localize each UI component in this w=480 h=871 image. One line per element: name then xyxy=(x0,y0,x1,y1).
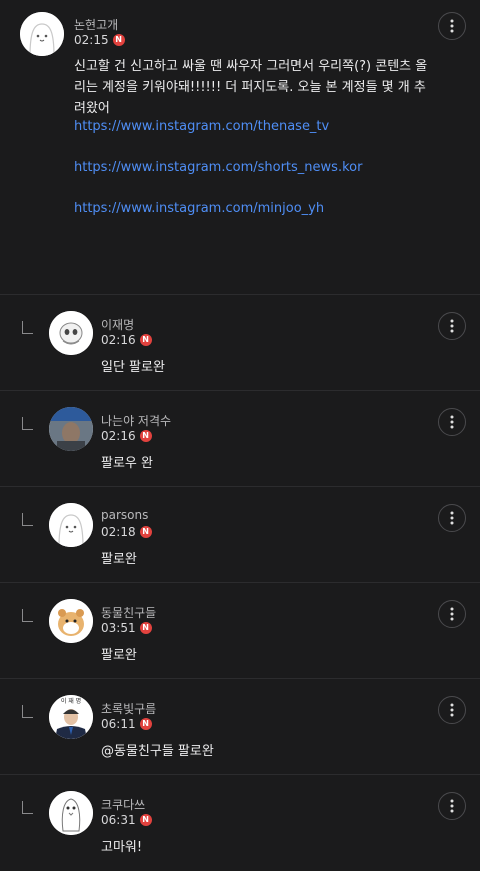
post-link[interactable]: https://www.instagram.com/shorts_news.ko… xyxy=(74,160,362,175)
reply-time: 02:16 xyxy=(101,429,136,443)
kebab-menu-icon xyxy=(450,799,454,813)
main-post: 논현고개 02:15 N 신고할 건 신고하고 싸울 땐 싸우자 그러면서 우리… xyxy=(0,0,480,295)
reply-time: 06:11 xyxy=(101,717,136,731)
photo-avatar[interactable] xyxy=(49,407,93,451)
reply-time: 03:51 xyxy=(101,621,136,635)
more-options-button[interactable] xyxy=(438,312,466,340)
reply-timestamp: 06:31 N xyxy=(101,813,152,827)
reply-author[interactable]: 이재명 xyxy=(101,316,134,333)
reply-timestamp: 02:16 N xyxy=(101,429,152,443)
portrait-avatar[interactable]: 이 재 명 xyxy=(49,695,93,739)
reply-text: 팔로완 xyxy=(101,648,137,663)
default-avatar[interactable] xyxy=(49,503,93,547)
reply-text: 고마워! xyxy=(101,840,143,855)
reply-arrow-icon xyxy=(22,609,33,622)
reply-item: 동물친구들 03:51 N 팔로완 xyxy=(0,583,480,679)
reply-time: 02:18 xyxy=(101,525,136,539)
reply-arrow-icon xyxy=(22,417,33,430)
reply-arrow-icon xyxy=(22,321,33,334)
reply-time: 02:16 xyxy=(101,333,136,347)
new-badge: N xyxy=(139,718,152,730)
more-options-button[interactable] xyxy=(438,504,466,532)
hamster-avatar[interactable] xyxy=(49,599,93,643)
reply-author[interactable]: 동물친구들 xyxy=(101,604,156,621)
reply-item: 이재명 02:16 N 일단 팔로완 xyxy=(0,295,480,391)
reply-item: parsons 02:18 N 팔로완 xyxy=(0,487,480,583)
author-name[interactable]: 논현고개 xyxy=(74,16,118,33)
kebab-menu-icon xyxy=(450,415,454,429)
reply-arrow-icon xyxy=(22,513,33,526)
new-badge: N xyxy=(139,430,152,442)
post-link[interactable]: https://www.instagram.com/thenase_tv xyxy=(74,119,329,134)
kebab-menu-icon xyxy=(450,511,454,525)
reply-timestamp: 02:16 N xyxy=(101,333,152,347)
new-badge: N xyxy=(139,334,152,346)
reply-timestamp: 02:18 N xyxy=(101,525,152,539)
more-options-button[interactable] xyxy=(438,12,466,40)
more-options-button[interactable] xyxy=(438,600,466,628)
reply-timestamp: 06:11 N xyxy=(101,717,152,731)
post-timestamp: 02:15 N xyxy=(74,33,125,47)
new-badge: N xyxy=(139,622,152,634)
new-badge: N xyxy=(139,526,152,538)
new-badge: N xyxy=(139,814,152,826)
reply-text: @동물친구들 팔로완 xyxy=(101,744,214,759)
author-avatar[interactable] xyxy=(20,12,64,56)
reply-item: 크쿠다쓰 06:31 N 고마워! xyxy=(0,775,480,871)
reply-text: 팔로완 xyxy=(101,552,137,567)
new-badge: N xyxy=(112,34,125,46)
reply-arrow-icon xyxy=(22,801,33,814)
post-body: 신고할 건 신고하고 싸울 땐 싸우자 그러면서 우리쪽(?) 콘텐츠 올리는 … xyxy=(74,59,428,116)
reply-arrow-icon xyxy=(22,705,33,718)
penguin-avatar[interactable] xyxy=(49,791,93,835)
reply-item: 이 재 명 초록빛구름 06:11 N @동물친구들 팔로완 xyxy=(0,679,480,775)
kebab-menu-icon xyxy=(450,19,454,33)
more-options-button[interactable] xyxy=(438,408,466,436)
reply-item: 나는야 저격수 02:16 N 팔로우 완 xyxy=(0,391,480,487)
avatar-caption: 이 재 명 xyxy=(61,697,81,705)
reply-text: 일단 팔로완 xyxy=(101,360,165,375)
ghost-avatar[interactable] xyxy=(49,311,93,355)
reply-timestamp: 03:51 N xyxy=(101,621,152,635)
kebab-menu-icon xyxy=(450,703,454,717)
reply-author[interactable]: 초록빛구름 xyxy=(101,700,156,717)
reply-time: 06:31 xyxy=(101,813,136,827)
reply-author[interactable]: parsons xyxy=(101,508,148,522)
more-options-button[interactable] xyxy=(438,792,466,820)
kebab-menu-icon xyxy=(450,319,454,333)
reply-text: 팔로우 완 xyxy=(101,456,153,471)
reply-author[interactable]: 나는야 저격수 xyxy=(101,412,171,429)
post-time: 02:15 xyxy=(74,33,109,47)
reply-author[interactable]: 크쿠다쓰 xyxy=(101,796,145,813)
post-link[interactable]: https://www.instagram.com/minjoo_yh xyxy=(74,201,324,216)
kebab-menu-icon xyxy=(450,607,454,621)
more-options-button[interactable] xyxy=(438,696,466,724)
default-avatar-icon xyxy=(20,12,64,56)
